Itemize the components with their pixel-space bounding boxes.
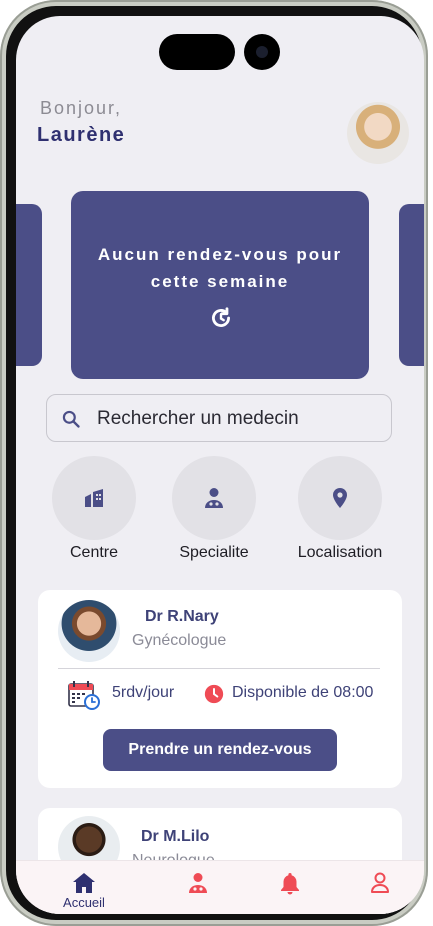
- banner-message: Aucun rendez-vous pour cette semaine: [71, 241, 369, 295]
- category-centre[interactable]: Centre: [52, 456, 136, 561]
- user-avatar[interactable]: [347, 102, 409, 164]
- banner-line-2: cette semaine: [150, 272, 290, 291]
- greeting-text: Bonjour,: [40, 98, 123, 118]
- search-icon: [62, 410, 80, 428]
- doctor-specialty: Gynécologue: [132, 632, 227, 649]
- nav-item-accueil[interactable]: Accueil: [54, 861, 114, 914]
- front-camera: [244, 34, 280, 70]
- calendar-clock-icon: [68, 681, 100, 710]
- dynamic-island: [159, 34, 235, 70]
- appointments-per-day: 5rdv/jour: [112, 684, 175, 701]
- category-localisation-circle[interactable]: [298, 456, 382, 540]
- doctor-search-field[interactable]: Rechercher un medecin: [46, 394, 392, 442]
- refresh-icon[interactable]: [208, 305, 234, 331]
- doctor-icon: [189, 873, 207, 893]
- bottom-navigation: Accueil: [16, 860, 424, 914]
- location-pin-icon: [333, 488, 347, 508]
- doctor-icon: [205, 488, 223, 508]
- user-name: Laurène: [37, 124, 126, 146]
- nav-label-accueil: Accueil: [63, 895, 105, 910]
- phone-frame: Bonjour, Laurène Aucun rendez-vous pour …: [0, 0, 428, 926]
- category-specialite[interactable]: Specialite: [172, 456, 256, 561]
- bell-icon: [281, 873, 299, 895]
- availability-text: Disponible de 08:00: [232, 684, 374, 701]
- nav-item-notifications[interactable]: [260, 861, 320, 914]
- carousel-card-next[interactable]: [399, 204, 424, 366]
- carousel-card-prev[interactable]: [16, 204, 42, 366]
- category-localisation-label: Localisation: [297, 544, 383, 561]
- doctor-card[interactable]: Dr R.Nary Gynécologue 5rdv/jour Disponib…: [38, 590, 402, 788]
- nav-item-doctors[interactable]: [168, 861, 228, 914]
- search-placeholder: Rechercher un medecin: [97, 408, 299, 429]
- clock-icon: [204, 684, 224, 704]
- profile-icon: [371, 872, 389, 893]
- category-centre-circle[interactable]: [52, 456, 136, 540]
- nav-item-profile[interactable]: [350, 861, 410, 914]
- category-specialite-circle[interactable]: [172, 456, 256, 540]
- divider: [58, 668, 380, 669]
- category-specialite-label: Specialite: [179, 544, 249, 561]
- doctor-avatar: [58, 600, 120, 662]
- app-screen: Bonjour, Laurène Aucun rendez-vous pour …: [16, 16, 424, 914]
- doctor-name: Dr R.Nary: [145, 608, 219, 625]
- banner-line-1: Aucun rendez-vous pour: [97, 245, 343, 264]
- doctor-name: Dr M.Lilo: [141, 828, 210, 845]
- home-icon: [73, 873, 95, 893]
- phone-bezel: Bonjour, Laurène Aucun rendez-vous pour …: [6, 6, 424, 920]
- building-icon: [85, 489, 103, 507]
- appointment-banner-card: Aucun rendez-vous pour cette semaine: [71, 191, 369, 379]
- category-localisation[interactable]: Localisation: [298, 456, 382, 561]
- book-appointment-button[interactable]: Prendre un rendez-vous: [103, 729, 337, 771]
